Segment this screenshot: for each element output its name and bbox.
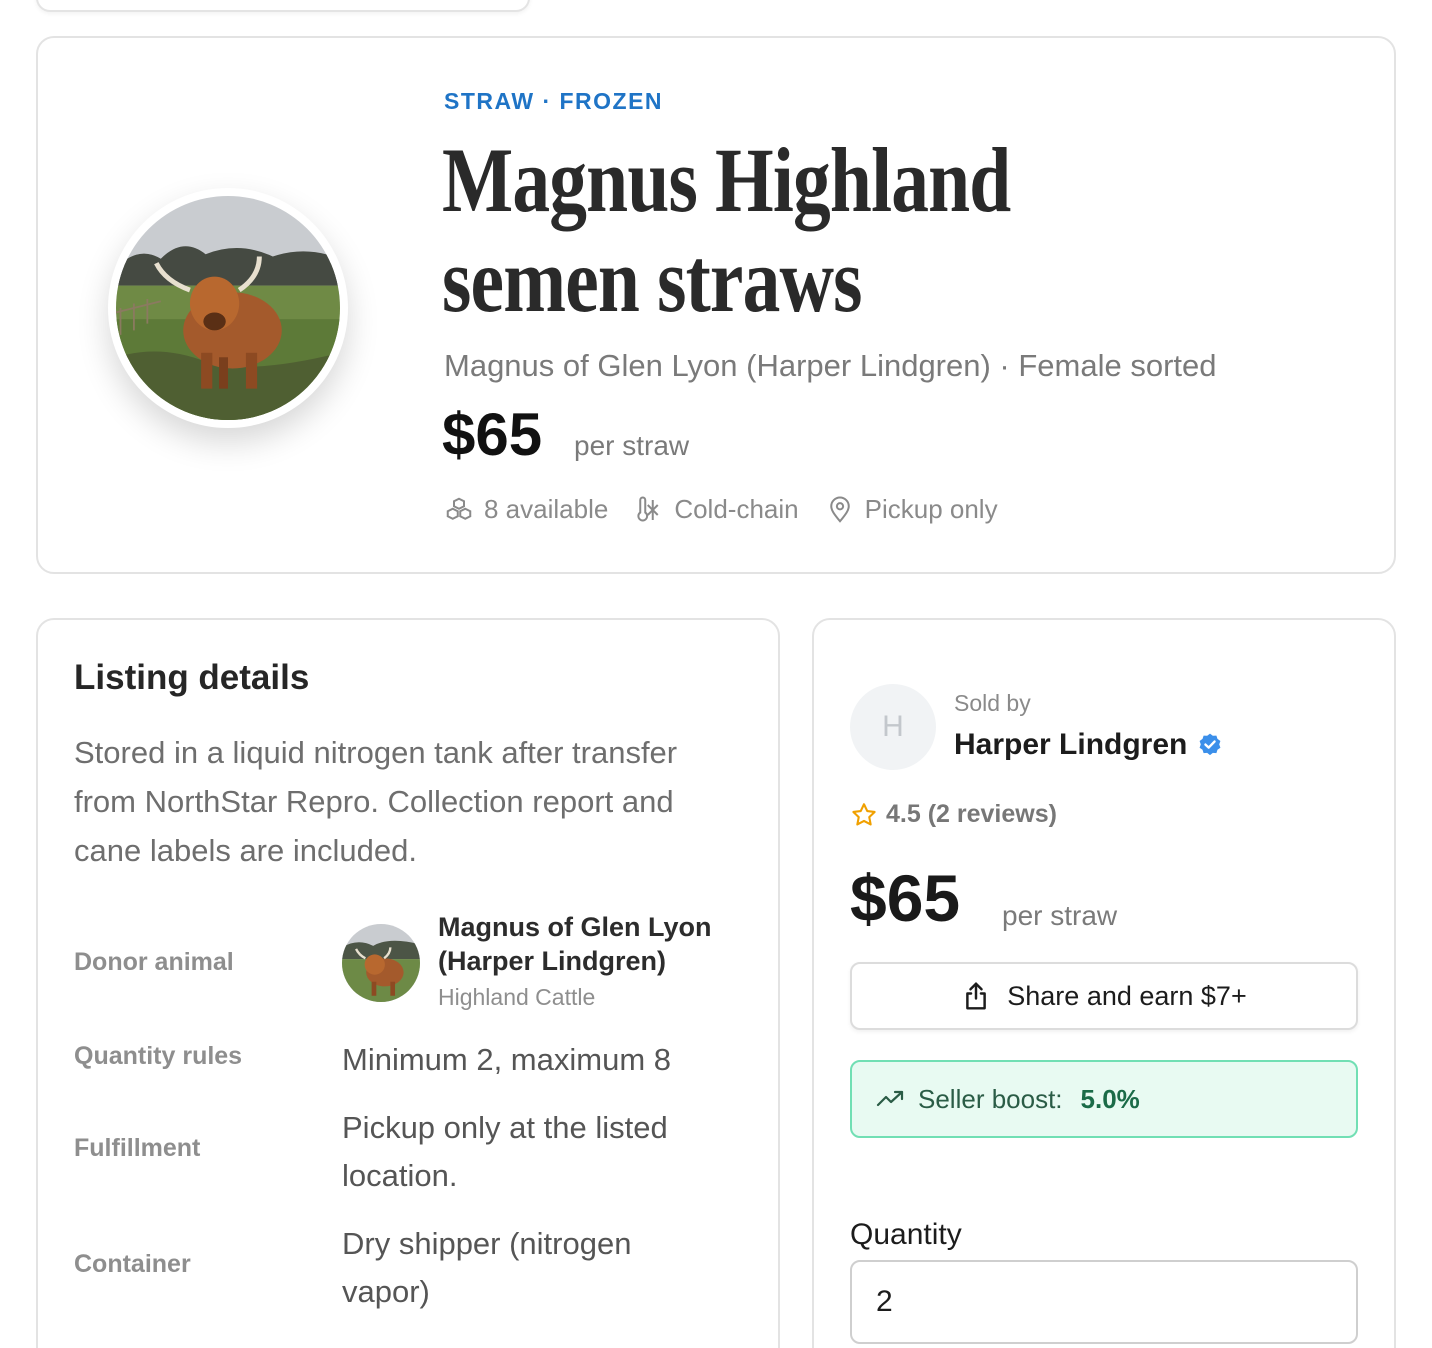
donor-animal-label: Donor animal <box>74 948 234 976</box>
listing-category: STRAW · FROZEN <box>444 88 664 114</box>
pickup: Pickup only <box>825 494 998 525</box>
listing-subtitle: Magnus of Glen Lyon (Harper Lindgren) · … <box>444 348 1217 383</box>
animal-photo <box>108 188 348 428</box>
map-pin-icon <box>829 496 850 523</box>
listing-hero-card: STRAW · FROZEN Magnus Highland semen str… <box>36 36 1396 574</box>
title-line-1: Magnus Highland <box>442 129 1011 231</box>
availability: 8 available <box>444 494 608 525</box>
share-icon <box>966 982 987 1010</box>
availability-text: 8 available <box>484 494 609 524</box>
fulfillment-label: Fulfillment <box>74 1134 201 1162</box>
trending-up-icon <box>876 1090 904 1107</box>
purchase-card: H Sold by Harper Lindgren 4.5 (2 reviews… <box>812 618 1396 1348</box>
donor-breed: Highland Cattle <box>438 984 596 1010</box>
previous-card-edge <box>36 0 530 12</box>
quantity-input[interactable] <box>850 1260 1358 1344</box>
purchase-price: $65 <box>850 861 961 935</box>
donor-photo <box>342 924 420 1002</box>
quantity-label: Quantity <box>850 1218 962 1251</box>
share-label: Share and earn $7+ <box>1007 980 1247 1011</box>
listing-page: STRAW · FROZEN Magnus Highland semen str… <box>0 0 1432 1348</box>
seller-boost-banner: Seller boost: 5.0% <box>850 1060 1358 1138</box>
listing-details-card: Listing details Stored in a liquid nitro… <box>36 618 780 1348</box>
boost-label: Seller boost: <box>918 1083 1063 1114</box>
donor-name-link[interactable]: Magnus of Glen Lyon (Harper Lindgren) <box>438 910 758 978</box>
snowflake-thermometer-icon <box>637 496 659 521</box>
details-title: Listing details <box>74 658 310 697</box>
boxes-icon <box>446 497 472 520</box>
seller-name-link[interactable]: Harper Lindgren <box>954 728 1187 762</box>
cold-chain: Cold-chain <box>634 494 799 525</box>
seller-avatar[interactable]: H <box>850 684 936 770</box>
verified-badge-icon <box>1199 733 1221 756</box>
fulfillment-value: Pickup only at the listed location. <box>342 1110 668 1193</box>
seller-rating[interactable]: 4.5 (2 reviews) <box>850 800 1057 829</box>
purchase-price-unit: per straw <box>1002 900 1118 931</box>
seller-name: Harper Lindgren <box>954 728 1223 762</box>
quantity-rules-label: Quantity rules <box>74 1042 243 1070</box>
hero-price: $65 <box>442 401 543 468</box>
pickup-text: Pickup only <box>864 494 998 524</box>
title-line-2: semen straws <box>442 229 862 331</box>
listing-title: Magnus Highland semen straws <box>442 130 1032 330</box>
container-value: Dry shipper (nitrogen vapor) <box>342 1226 632 1309</box>
quantity-rules-value: Minimum 2, maximum 8 <box>342 1042 671 1077</box>
share-and-earn-button[interactable]: Share and earn $7+ <box>850 962 1358 1030</box>
highland-cattle-image <box>116 196 340 420</box>
container-label: Container <box>74 1250 191 1278</box>
details-description: Stored in a liquid nitrogen tank after t… <box>74 735 678 868</box>
sold-by-label: Sold by <box>954 690 1031 716</box>
donor-avatar[interactable] <box>342 924 420 1002</box>
listing-meta: 8 available Cold-chain Pickup only <box>444 494 998 525</box>
rating-text: 4.5 (2 reviews) <box>886 800 1057 828</box>
boost-value: 5.0% <box>1080 1083 1140 1114</box>
hero-price-unit: per straw <box>574 430 690 461</box>
star-icon <box>852 802 876 825</box>
cold-chain-text: Cold-chain <box>674 494 799 524</box>
